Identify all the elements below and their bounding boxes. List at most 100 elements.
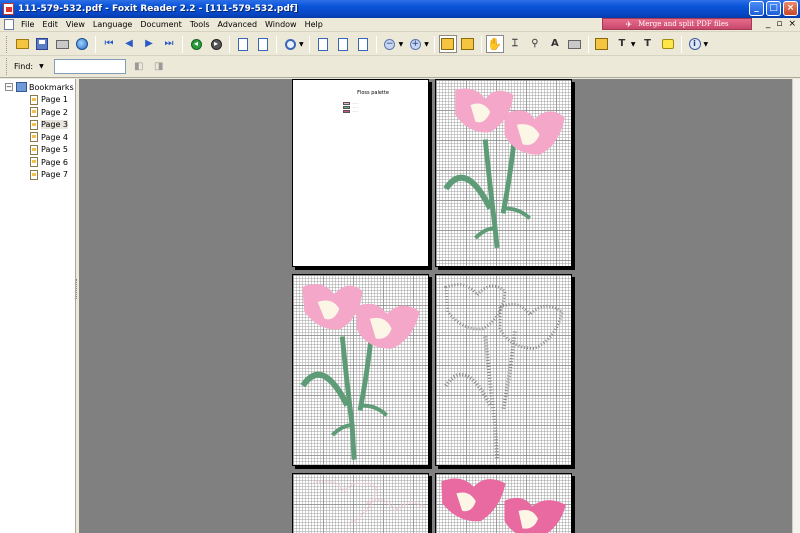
menu-file[interactable]: File [17,20,38,29]
bookmark-page-5[interactable]: Page 5 [0,144,75,157]
toolbar-separator [680,35,682,53]
find-label: Find: [14,62,34,71]
continuous-page-button[interactable] [334,35,352,53]
print-button[interactable] [53,35,71,53]
palette-entry-text: ········ [352,101,359,105]
text-format-button[interactable]: T [639,35,657,53]
doc-restore-button[interactable]: ▫ [776,19,782,29]
menu-window[interactable]: Window [261,20,301,29]
find-options-arrow[interactable]: ▼ [39,63,44,70]
toolbar-separator [375,35,377,53]
menu-advanced[interactable]: Advanced [214,20,262,29]
swatch-3 [343,109,350,113]
document-view[interactable]: Floss palette ········ ········ ········ [79,79,792,533]
bookmark-label: Page 3 [41,120,68,130]
find-previous-button[interactable]: ◧ [132,60,146,74]
last-page-icon: ⏭ [164,38,174,49]
toolbar-separator [587,35,589,53]
go-back-button[interactable]: ◂ [187,35,205,53]
tulip-pattern [443,88,565,249]
menu-view[interactable]: View [62,20,89,29]
facing-page-button[interactable] [354,35,372,53]
rotate-left-icon [238,37,248,51]
toolbar-separator [433,35,435,53]
bookmark-page-6[interactable]: Page 6 [0,156,75,169]
thumbnail-icon [461,38,475,50]
typewriter-dropdown-arrow[interactable]: ▼ [631,41,636,48]
ad-banner[interactable]: ✈ Merge and split PDF files [602,18,752,30]
vertical-scrollbar[interactable] [792,79,800,533]
ad-banner-text: Merge and split PDF files [638,20,729,28]
info-button[interactable]: i [686,35,704,53]
document-icon[interactable] [4,19,14,30]
bookmark-label: Page 6 [41,157,68,167]
toolbar-separator [95,35,96,53]
menu-language[interactable]: Language [89,20,136,29]
first-page-button[interactable]: ⏮ [100,35,118,53]
bookmark-page-1[interactable]: Page 1 [0,94,75,107]
info-dropdown-arrow[interactable]: ▼ [704,41,709,48]
bookmarks-root[interactable]: − Bookmarks [0,81,75,94]
find-next-button[interactable]: ◨ [152,60,166,74]
last-page-button[interactable]: ⏭ [160,35,178,53]
bookmark-page-7[interactable]: Page 7 [0,169,75,182]
go-forward-button[interactable]: ▸ [207,35,225,53]
select-text-icon: ⌶ [511,38,518,49]
bookmark-page-4[interactable]: Page 4 [0,131,75,144]
text-tool-button[interactable]: A [546,35,564,53]
zoom-out-button[interactable]: − [381,35,399,53]
foxit-app-icon[interactable] [3,3,14,15]
rotate-right-button[interactable] [254,35,272,53]
menu-document[interactable]: Document [136,20,185,29]
zoom-in-icon: + [409,38,421,50]
snapshot-button[interactable] [566,35,584,53]
minimize-button[interactable]: _ [749,1,764,16]
bookmark-icon [30,132,38,143]
zoom-button[interactable] [281,35,299,53]
comment-button[interactable] [593,35,611,53]
info-icon: i [688,38,701,50]
maximize-button[interactable]: □ [766,1,781,16]
bookmark-panel-button[interactable] [438,35,457,53]
zoom-in-button[interactable]: + [406,35,424,53]
menu-help[interactable]: Help [301,20,327,29]
close-button[interactable]: × [783,1,798,16]
pdf-page-1: Floss palette ········ ········ ········ [292,79,429,267]
single-page-button[interactable] [314,35,332,53]
bookmark-icon [30,94,38,105]
note-button[interactable] [659,35,677,53]
pdf-page-4 [435,274,572,466]
floss-palette: Floss palette ········ ········ ········ [343,90,403,113]
zoom-dropdown-arrow[interactable]: ▼ [299,41,304,48]
pdf-page-3 [292,274,429,466]
tulip-stem [443,134,532,249]
typewriter-button[interactable]: T [613,35,631,53]
snapshot-icon [568,39,582,49]
doc-minimize-button[interactable]: _ [766,19,771,29]
hand-tool-button[interactable]: ✋ [485,35,504,53]
toolbar-grip[interactable] [6,58,9,75]
find-input[interactable] [53,59,126,74]
bookmarks-panel: − Bookmarks Page 1 Page 2 Page 3 Page 4 … [0,79,76,533]
menu-edit[interactable]: Edit [38,20,62,29]
find-next-icon: ◨ [153,61,164,72]
next-page-button[interactable]: ▶ [140,35,158,53]
menu-tools[interactable]: Tools [186,20,214,29]
thumbnail-button[interactable] [459,35,477,53]
collapse-toggle[interactable]: − [5,83,13,92]
email-button[interactable] [73,35,91,53]
zoom-out-dropdown-arrow[interactable]: ▼ [399,41,404,48]
open-button[interactable] [13,35,31,53]
previous-page-button[interactable]: ◀ [120,35,138,53]
bookmark-icon [30,119,38,130]
find-button[interactable]: ⚲ [526,35,544,53]
toolbar-grip[interactable] [6,35,9,53]
bookmark-page-3[interactable]: Page 3 [0,119,75,132]
zoom-in-dropdown-arrow[interactable]: ▼ [424,41,429,48]
bookmark-page-2[interactable]: Page 2 [0,106,75,119]
rotate-left-button[interactable] [234,35,252,53]
select-text-button[interactable]: ⌶ [506,35,524,53]
zoom-icon [284,38,296,50]
doc-close-button[interactable]: × [788,19,796,29]
save-button[interactable] [33,35,51,53]
